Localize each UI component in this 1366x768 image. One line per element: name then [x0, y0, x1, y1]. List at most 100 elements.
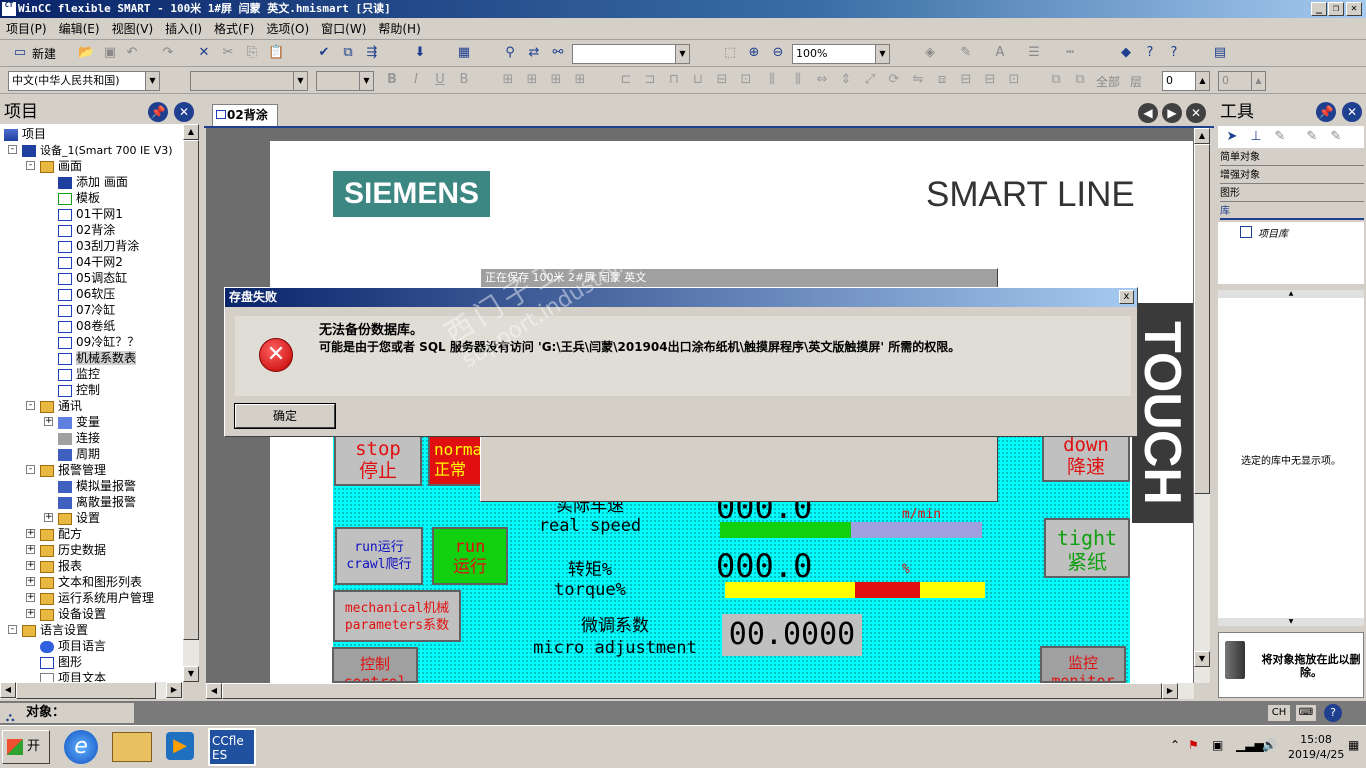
- menu-insert[interactable]: 插入(I): [159, 18, 208, 40]
- collapse-icon[interactable]: -: [26, 161, 35, 170]
- section-graphics[interactable]: 图形: [1220, 186, 1364, 202]
- close-button[interactable]: ✕: [1346, 2, 1362, 16]
- tray-clock[interactable]: 15:08 2019/4/25: [1288, 732, 1344, 762]
- tree-item[interactable]: - 通讯: [26, 398, 82, 414]
- align-center-icon[interactable]: ⊞: [524, 72, 540, 88]
- pen-icon[interactable]: ✎: [1272, 129, 1288, 145]
- tree-item[interactable]: 09冷缸？？: [58, 334, 139, 350]
- open-icon[interactable]: 📂: [78, 45, 94, 61]
- collapse-icon[interactable]: -: [26, 465, 35, 474]
- stamp-icon[interactable]: ⊥: [1248, 129, 1264, 145]
- compile-icon[interactable]: ⧉: [340, 45, 356, 61]
- canvas-scroll-left-icon[interactable]: ◀: [206, 683, 222, 699]
- tree-item[interactable]: + 配方: [26, 526, 82, 542]
- prev-tab-icon[interactable]: ◀: [1138, 103, 1158, 123]
- align-obj-center-icon[interactable]: ⊐: [642, 72, 658, 88]
- tree-item[interactable]: 离散量报警: [58, 494, 136, 510]
- line-width-icon[interactable]: ☰: [1026, 45, 1042, 61]
- tray-flag-icon[interactable]: ⚑: [1188, 738, 1199, 752]
- tray-expand-icon[interactable]: ⌃: [1170, 738, 1180, 752]
- control-button[interactable]: 控制 control: [332, 647, 418, 683]
- tree-item[interactable]: + 变量: [44, 414, 100, 430]
- transfer-icon[interactable]: ⇶: [364, 45, 380, 61]
- tools-close-icon[interactable]: ✕: [1342, 102, 1362, 122]
- expand-icon[interactable]: +: [26, 593, 35, 602]
- collapse-icon[interactable]: -: [8, 625, 17, 634]
- pen2-icon[interactable]: ✎: [1304, 129, 1320, 145]
- dialog-close-button[interactable]: x: [1119, 290, 1134, 304]
- pointer-icon[interactable]: ➤: [1224, 129, 1240, 145]
- minimize-button[interactable]: _: [1311, 2, 1327, 16]
- canvas-hscroll-thumb[interactable]: [222, 683, 1162, 699]
- scroll-down-icon[interactable]: ▼: [183, 666, 199, 682]
- bold-icon[interactable]: B: [384, 72, 400, 88]
- layer-up-icon[interactable]: ⧉: [1048, 72, 1064, 88]
- ie-icon[interactable]: e: [64, 730, 98, 764]
- menu-window[interactable]: 窗口(W): [315, 18, 372, 40]
- copy-icon[interactable]: ⎘: [244, 45, 260, 61]
- tree-item[interactable]: + 文本和图形列表: [26, 574, 142, 590]
- tree-item[interactable]: 连接: [58, 430, 100, 446]
- align-top-icon[interactable]: ⊞: [572, 72, 588, 88]
- menu-format[interactable]: 格式(F): [208, 18, 260, 40]
- objects-tab[interactable]: ⛬ 对象：: [0, 703, 134, 724]
- tab-02[interactable]: 02背涂: [212, 104, 278, 126]
- align-obj-left-icon[interactable]: ⊏: [618, 72, 634, 88]
- layout-icon[interactable]: ▤: [1212, 45, 1228, 61]
- tree-item[interactable]: 07冷缸: [58, 302, 115, 318]
- zoom-area-icon[interactable]: ⬚: [722, 45, 738, 61]
- font-color-icon[interactable]: A: [992, 45, 1008, 61]
- second-spinner[interactable]: 0 ▲: [1218, 71, 1266, 91]
- tree-item[interactable]: - 报警管理: [26, 462, 106, 478]
- expand-icon[interactable]: +: [26, 609, 35, 618]
- menu-options[interactable]: 选项(O): [260, 18, 315, 40]
- same-width-icon[interactable]: ⇔: [814, 72, 830, 88]
- library-icon[interactable]: ◆: [1118, 45, 1134, 61]
- tree-item[interactable]: 03刮刀背涂: [58, 238, 139, 254]
- stop-button[interactable]: stop 停止: [334, 432, 422, 486]
- language-indicator[interactable]: CH: [1268, 705, 1290, 721]
- tree-item[interactable]: + 设置: [44, 510, 100, 526]
- section-simple[interactable]: 简单对象: [1220, 150, 1364, 166]
- media-player-icon[interactable]: ▶: [166, 732, 194, 760]
- tree-item[interactable]: 监控: [58, 366, 100, 382]
- help-icon[interactable]: ?: [1142, 45, 1158, 61]
- rotate-icon[interactable]: ⟳: [886, 72, 902, 88]
- canvas-hscroll[interactable]: ◀ ▶: [206, 683, 1194, 699]
- canvas-scroll-down-icon[interactable]: ▼: [1194, 651, 1210, 667]
- hscroll-thumb[interactable]: [16, 682, 156, 699]
- expand-icon[interactable]: +: [26, 545, 35, 554]
- tree-vscroll[interactable]: ▲ ▼: [183, 124, 199, 682]
- font-combo[interactable]: ▼: [190, 71, 308, 91]
- scroll-left-icon[interactable]: ◀: [0, 682, 16, 698]
- tree-item[interactable]: 01干网1: [58, 206, 123, 222]
- menu-project[interactable]: 项目(P): [0, 18, 53, 40]
- tree-item[interactable]: + 历史数据: [26, 542, 106, 558]
- tree-item[interactable]: 06软压: [58, 286, 115, 302]
- fill-color-icon[interactable]: ◈: [922, 45, 938, 61]
- same-height-icon[interactable]: ⇕: [838, 72, 854, 88]
- canvas-scroll-right-icon[interactable]: ▶: [1162, 683, 1178, 699]
- cross-ref-icon[interactable]: ⚯: [550, 45, 566, 61]
- zoom-combo[interactable]: 100% ▼: [792, 44, 890, 64]
- normal-button[interactable]: norma 正常: [428, 432, 482, 486]
- tree-item[interactable]: + 设备设置: [26, 606, 106, 622]
- new-button[interactable]: 新建: [32, 45, 56, 62]
- section-enhanced[interactable]: 增强对象: [1220, 168, 1364, 184]
- tree-item[interactable]: 模拟量报警: [58, 478, 136, 494]
- tree-item[interactable]: - 语言设置: [8, 622, 88, 638]
- center-h-icon[interactable]: ⊟: [958, 72, 974, 88]
- restore-button[interactable]: ❐: [1328, 2, 1344, 16]
- expand-icon[interactable]: +: [44, 417, 53, 426]
- tree-item[interactable]: 02背涂: [58, 222, 115, 238]
- zoom-in-icon[interactable]: ⊕: [746, 45, 762, 61]
- library-tree[interactable]: 项目库: [1218, 222, 1364, 284]
- expand-icon[interactable]: +: [26, 529, 35, 538]
- micro-value[interactable]: 00.0000: [722, 614, 862, 656]
- group-icon[interactable]: ⊡: [1006, 72, 1022, 88]
- tree-item[interactable]: 项目语言: [40, 638, 106, 654]
- tree-item[interactable]: 04干网2: [58, 254, 123, 270]
- expand-icon[interactable]: +: [26, 577, 35, 586]
- align-left-icon[interactable]: ⊞: [500, 72, 516, 88]
- collapse-icon[interactable]: -: [8, 145, 17, 154]
